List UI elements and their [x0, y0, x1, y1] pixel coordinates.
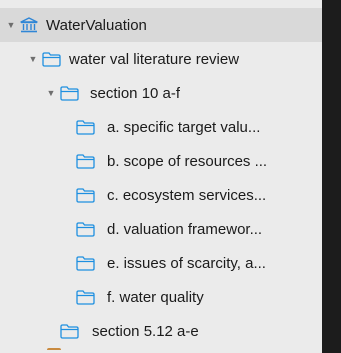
collection-label: water val literature review	[69, 50, 240, 68]
tree-row-item[interactable]: e. issues of scarcity, a...	[0, 246, 322, 280]
disclosure-triangle-expanded[interactable]: ▼	[45, 88, 57, 98]
item-label: b. scope of resources ...	[107, 152, 268, 170]
trash-icon[interactable]	[47, 348, 61, 353]
folder-icon	[76, 221, 95, 237]
item-label: d. valuation framewor...	[107, 220, 263, 238]
folder-icon	[76, 153, 95, 169]
folder-icon	[76, 255, 95, 271]
collections-pane: ▼ WaterValuation ▼ water val literature …	[0, 0, 322, 353]
folder-icon	[60, 85, 79, 101]
tree-row-sibling-collection[interactable]: section 5.12 a-e	[0, 314, 322, 348]
disclosure-triangle-expanded[interactable]: ▼	[5, 20, 17, 30]
adjacent-pane	[322, 0, 341, 353]
library-icon	[20, 16, 38, 34]
sibling-collection-label: section 5.12 a-e	[92, 322, 199, 340]
tree-row-library[interactable]: ▼ WaterValuation	[0, 8, 322, 42]
item-label: c. ecosystem services...	[107, 186, 267, 204]
item-label: e. issues of scarcity, a...	[107, 254, 266, 272]
subcollection-label: section 10 a-f	[90, 84, 181, 102]
folder-icon	[60, 323, 79, 339]
library-label: WaterValuation	[46, 16, 147, 34]
tree-row-subcollection[interactable]: ▼ section 10 a-f	[0, 76, 322, 110]
tree-row-item[interactable]: a. specific target valu...	[0, 110, 322, 144]
tree-row-item[interactable]: b. scope of resources ...	[0, 144, 322, 178]
folder-icon	[76, 119, 95, 135]
tree-row-item[interactable]: c. ecosystem services...	[0, 178, 322, 212]
tree-row-collection[interactable]: ▼ water val literature review	[0, 42, 322, 76]
item-label: f. water quality	[107, 288, 204, 306]
folder-icon	[42, 51, 61, 67]
disclosure-triangle-expanded[interactable]: ▼	[27, 54, 39, 64]
tree-row-item[interactable]: d. valuation framewor...	[0, 212, 322, 246]
folder-icon	[76, 187, 95, 203]
tree-row-item[interactable]: f. water quality	[0, 280, 322, 314]
item-label: a. specific target valu...	[107, 118, 261, 136]
folder-icon	[76, 289, 95, 305]
